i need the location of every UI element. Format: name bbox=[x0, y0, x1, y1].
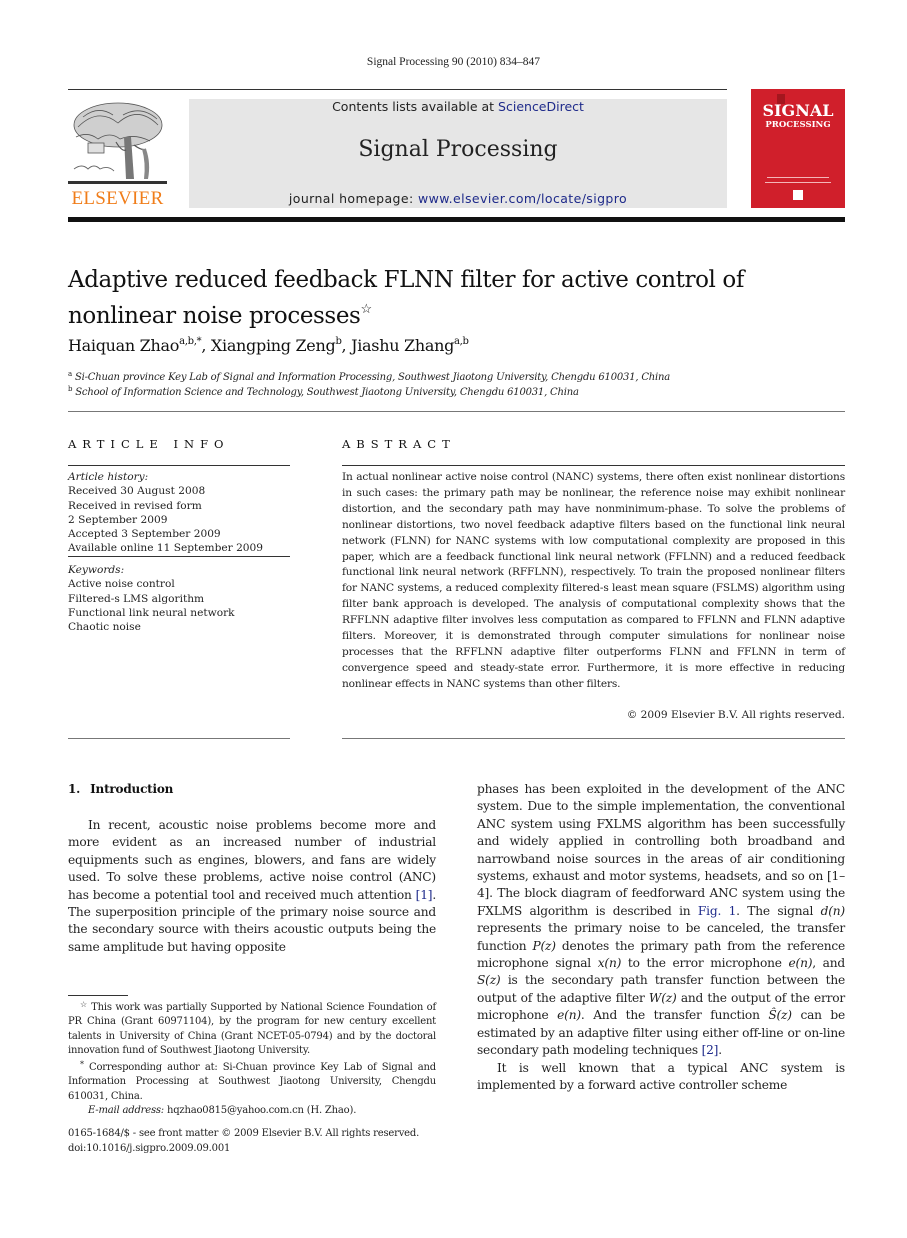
article-title: Adaptive reduced feedback FLNN filter fo… bbox=[68, 266, 848, 331]
math-symbol: x(n) bbox=[597, 956, 622, 971]
body-text: . And the transfer function bbox=[580, 1008, 769, 1023]
doi-line[interactable]: doi:10.1016/j.sigpro.2009.09.001 bbox=[68, 1141, 448, 1156]
history-entry: Available online 11 September 2009 bbox=[68, 542, 264, 555]
affiliation-mark: a bbox=[68, 370, 72, 378]
section-heading: 1. Introduction bbox=[68, 782, 173, 796]
affiliation: a Si-Chuan province Key Lab of Signal and… bbox=[68, 370, 670, 383]
footnotes: ☆ This work was partially Supported by N… bbox=[68, 998, 436, 1118]
homepage-line: journal homepage: www.elsevier.com/locat… bbox=[189, 191, 727, 206]
article-title-text: Adaptive reduced feedback FLNN filter fo… bbox=[68, 267, 744, 329]
math-symbol: W(z) bbox=[648, 990, 677, 1005]
math-symbol: P(z) bbox=[532, 938, 556, 953]
journal-cover[interactable]: SIGNAL PROCESSING bbox=[751, 89, 845, 208]
author-separator: , bbox=[201, 336, 211, 355]
homepage-prefix: journal homepage: bbox=[288, 191, 418, 206]
cover-divider bbox=[767, 177, 829, 178]
contents-line: Contents lists available at ScienceDirec… bbox=[189, 99, 727, 114]
body-text: phases has been exploited in the develop… bbox=[477, 782, 845, 918]
math-symbol: e(n) bbox=[557, 1008, 581, 1023]
abstract-rule bbox=[342, 738, 845, 739]
article-history-label: Article history: bbox=[68, 471, 149, 483]
article-info-rule bbox=[68, 738, 290, 739]
issn-line: 0165-1684/$ - see front matter © 2009 El… bbox=[68, 1128, 420, 1139]
author-affil-mark[interactable]: a,b bbox=[454, 336, 469, 347]
section-title: Introduction bbox=[90, 782, 174, 796]
keyword: Active noise control bbox=[68, 578, 175, 591]
history-entry: Received in revised form bbox=[68, 499, 202, 512]
elsevier-tree-icon bbox=[68, 97, 167, 189]
body-column-right: phases has been exploited in the develop… bbox=[477, 781, 845, 1094]
article-history: Article history: Received 30 August 2008… bbox=[68, 470, 298, 556]
footnote-email: E-mail address: hqzhao0815@yahoo.com.cn … bbox=[68, 1104, 436, 1118]
running-head: Signal Processing 90 (2010) 834–847 bbox=[366, 56, 541, 68]
affiliation-text: Si-Chuan province Key Lab of Signal and … bbox=[74, 372, 671, 383]
journal-homepage-link[interactable]: www.elsevier.com/locate/sigpro bbox=[418, 191, 627, 206]
cover-title-line2: PROCESSING bbox=[765, 120, 831, 130]
affiliation-text: School of Information Science and Techno… bbox=[75, 387, 579, 398]
math-symbol: e(n) bbox=[788, 956, 813, 971]
contents-prefix: Contents lists available at bbox=[332, 99, 499, 114]
abstract-heading: ABSTRACT bbox=[342, 437, 456, 451]
email-label: E-mail address: bbox=[88, 1105, 164, 1117]
title-footnote-star-icon[interactable]: ☆ bbox=[360, 302, 372, 317]
history-entry: Accepted 3 September 2009 bbox=[68, 528, 221, 541]
keyword: Chaotic noise bbox=[68, 621, 141, 634]
author-name[interactable]: Haiquan Zhao bbox=[68, 336, 179, 355]
cover-title-line1: SIGNAL bbox=[762, 101, 834, 120]
body-text: In recent, acoustic noise problems becom… bbox=[68, 818, 436, 902]
footnote-text: Corresponding author at: Si-Chuan provin… bbox=[68, 1062, 436, 1102]
citation-link[interactable]: [1] bbox=[416, 888, 433, 902]
math-symbol: S(z) bbox=[477, 973, 501, 988]
keyword: Filtered-s LMS algorithm bbox=[68, 592, 205, 605]
footnote-star-icon: ☆ bbox=[80, 1000, 88, 1009]
author-list: Haiquan Zhaoa,b,*, Xiangping Zengb, Jias… bbox=[68, 336, 469, 355]
history-entry: Received 30 August 2008 bbox=[68, 485, 206, 498]
body-text: , and bbox=[812, 956, 845, 971]
article-info-rule bbox=[68, 556, 290, 557]
journal-name: Signal Processing bbox=[358, 137, 558, 162]
footnote-funding: ☆ This work was partially Supported by N… bbox=[68, 998, 436, 1058]
cover-divider bbox=[765, 182, 831, 183]
section-number: 1. bbox=[68, 782, 81, 796]
top-rule bbox=[68, 89, 727, 90]
abstract-text: In actual nonlinear active noise control… bbox=[342, 471, 845, 690]
body-text: to the error microphone bbox=[621, 956, 789, 971]
body-text: . bbox=[718, 1043, 722, 1058]
author-name[interactable]: Xiangping Zeng bbox=[211, 336, 336, 355]
footnote-corresponding: * Corresponding author at: Si-Chuan prov… bbox=[68, 1058, 436, 1104]
issn-block: 0165-1684/$ - see front matter © 2009 El… bbox=[68, 1126, 448, 1156]
body-paragraph: In recent, acoustic noise problems becom… bbox=[68, 817, 436, 956]
body-text: . The signal bbox=[736, 903, 821, 918]
body-paragraph: It is well known that a typical ANC syst… bbox=[477, 1060, 845, 1092]
keywords: Keywords: Active noise control Filtered-… bbox=[68, 563, 298, 634]
body-paragraph: phases has been exploited in the develop… bbox=[477, 781, 845, 1060]
article-info-rule bbox=[68, 465, 290, 466]
footnote-text: This work was partially Supported by Nat… bbox=[68, 1002, 436, 1056]
math-symbol: d(n) bbox=[820, 903, 846, 918]
footnote-rule bbox=[68, 995, 128, 996]
elsevier-logo[interactable]: ELSEVIER bbox=[68, 97, 167, 209]
author-separator: , bbox=[341, 336, 352, 355]
author-affil-mark[interactable]: a,b,* bbox=[179, 336, 202, 347]
affiliation-mark: b bbox=[68, 385, 73, 393]
math-symbol: Ŝ(z) bbox=[768, 1008, 792, 1023]
figure-link[interactable]: Fig. 1 bbox=[698, 904, 736, 918]
affiliation: b School of Information Science and Techn… bbox=[68, 385, 579, 398]
abstract-copyright: © 2009 Elsevier B.V. All rights reserved… bbox=[626, 709, 845, 721]
sciencedirect-link[interactable]: ScienceDirect bbox=[498, 99, 584, 114]
elsevier-wordmark: ELSEVIER bbox=[71, 188, 164, 209]
cover-publisher-icon bbox=[793, 190, 803, 200]
email-address[interactable]: hqzhao0815@yahoo.com.cn (H. Zhao). bbox=[167, 1105, 356, 1116]
author-name[interactable]: Jiashu Zhang bbox=[351, 336, 454, 355]
header-divider bbox=[68, 411, 845, 412]
abstract-rule bbox=[342, 465, 845, 466]
citation-link[interactable]: [2] bbox=[702, 1043, 719, 1057]
article-info-heading: ARTICLE INFO bbox=[68, 437, 230, 451]
keyword: Functional link neural network bbox=[68, 606, 235, 619]
masthead-box: Contents lists available at ScienceDirec… bbox=[189, 99, 727, 208]
keywords-label: Keywords: bbox=[68, 564, 125, 576]
footnote-asterisk-icon: * bbox=[80, 1060, 84, 1070]
masthead-thick-rule bbox=[68, 217, 845, 222]
history-entry: 2 September 2009 bbox=[68, 513, 168, 526]
